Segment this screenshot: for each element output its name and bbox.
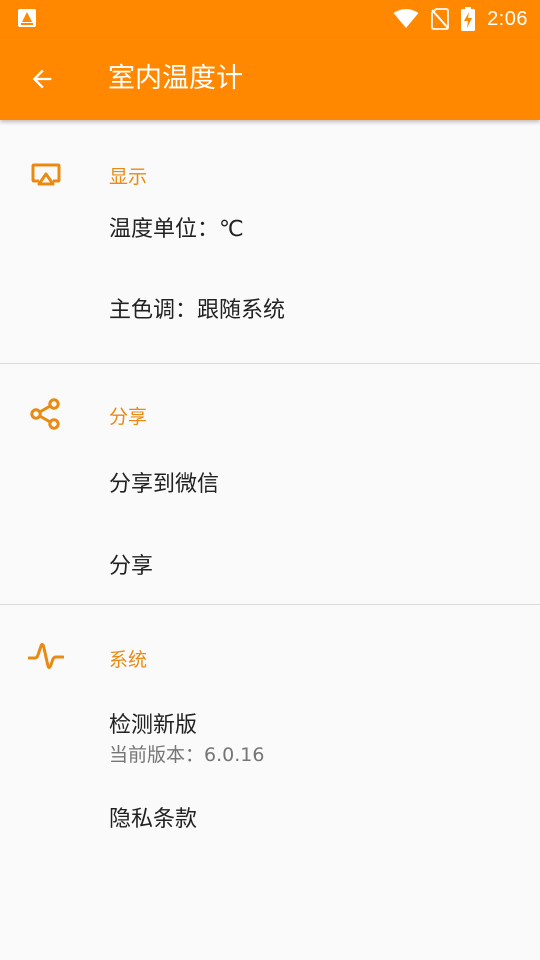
pref-title: 主色调：跟随系统 <box>109 298 286 323</box>
pref-check-update[interactable]: 检测新版 当前版本：6.0.16 <box>0 689 540 781</box>
section-header-share: 分享 <box>0 364 540 446</box>
arrow-back-icon <box>32 69 52 89</box>
screen: 2:06 室内温度计 显示 温度单位：℃ 主色调：跟随系统 分享 分享到微信 分… <box>0 0 540 960</box>
pref-privacy-policy[interactable]: 隐私条款 <box>0 781 540 863</box>
pref-title: 分享到微信 <box>109 472 220 497</box>
pref-temperature-unit[interactable]: 温度单位：℃ <box>0 198 540 279</box>
settings-list: 显示 温度单位：℃ 主色调：跟随系统 分享 分享到微信 分享 系统 检测新版 当… <box>0 120 540 863</box>
section-title-system: 系统 <box>109 649 148 671</box>
app-bar: 室内温度计 <box>0 38 540 120</box>
pulse-wave-icon <box>28 643 64 669</box>
battery-charging-icon <box>461 7 476 31</box>
pref-title: 检测新版 <box>109 713 198 738</box>
section-header-system: 系统 <box>0 605 540 689</box>
status-bar: 2:06 <box>0 0 540 38</box>
pref-title: 温度单位：℃ <box>109 217 244 242</box>
pref-share[interactable]: 分享 <box>0 528 540 604</box>
pref-title: 隐私条款 <box>109 807 198 832</box>
pref-theme-color[interactable]: 主色调：跟随系统 <box>0 279 540 363</box>
pref-title: 分享 <box>109 554 154 579</box>
status-time: 2:06 <box>487 7 528 30</box>
cast-display-icon <box>31 163 61 186</box>
wifi-icon <box>393 9 419 28</box>
pref-summary-version: 当前版本：6.0.16 <box>109 744 265 766</box>
share-icon <box>30 398 60 430</box>
section-title-share: 分享 <box>109 406 148 428</box>
pref-share-wechat[interactable]: 分享到微信 <box>0 446 540 528</box>
no-sim-icon <box>431 8 450 30</box>
section-title-display: 显示 <box>109 166 148 188</box>
app-notification-icon <box>18 9 36 27</box>
page-title: 室内温度计 <box>108 63 243 94</box>
back-button[interactable] <box>22 59 62 99</box>
